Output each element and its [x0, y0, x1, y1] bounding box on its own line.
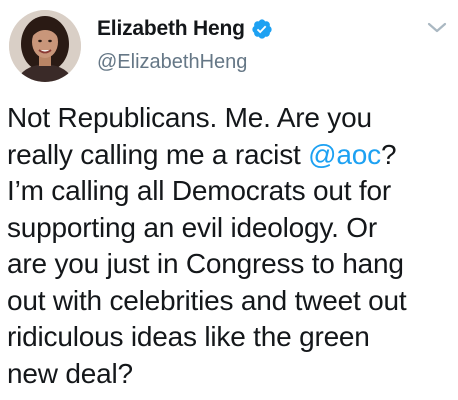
tweet-text-segment: are you just in Congress to hang: [7, 248, 404, 279]
tweet-line: ridiculous ideas like the green: [7, 319, 453, 356]
tweet-text-segment: new deal?: [7, 357, 133, 389]
tweet-text-segment: out with celebrities and tweet out: [7, 284, 407, 316]
tweet-line: Not Republicans. Me. Are you: [7, 100, 453, 137]
tweet-line: really calling me a racist @aoc?: [7, 137, 453, 174]
avatar[interactable]: [9, 10, 81, 82]
tweet-card: Elizabeth Heng @ElizabethHeng Not Republ…: [0, 0, 458, 400]
tweet-text-segment: I’m calling all Democrats out for: [7, 175, 391, 206]
tweet-text-segment: really calling me a racist: [7, 138, 309, 170]
tweet-line: new deal?: [7, 356, 453, 393]
tweet-text-segment: Not Republicans. Me. Are you: [7, 102, 372, 133]
mention-link[interactable]: @aoc: [308, 139, 381, 170]
verified-badge-icon: [251, 18, 273, 40]
tweet-text: Not Republicans. Me. Are you really call…: [7, 100, 453, 392]
tweet-text-segment: ?: [380, 138, 397, 170]
profile-photo-icon: [9, 10, 81, 82]
tweet-line: out with celebrities and tweet out: [7, 283, 453, 320]
tweet-text-segment: supporting an evil ideology. Or: [7, 211, 377, 243]
tweet-line: are you just in Congress to hang: [7, 246, 453, 283]
display-name[interactable]: Elizabeth Heng: [97, 17, 245, 41]
author-name-row[interactable]: Elizabeth Heng: [97, 14, 273, 44]
chevron-down-icon[interactable]: [426, 20, 448, 36]
tweet-text-segment: ridiculous ideas like the green: [7, 321, 370, 352]
tweet-line: I’m calling all Democrats out for: [7, 173, 453, 210]
tweet-line: supporting an evil ideology. Or: [7, 210, 453, 247]
author-handle[interactable]: @ElizabethHeng: [97, 51, 247, 74]
